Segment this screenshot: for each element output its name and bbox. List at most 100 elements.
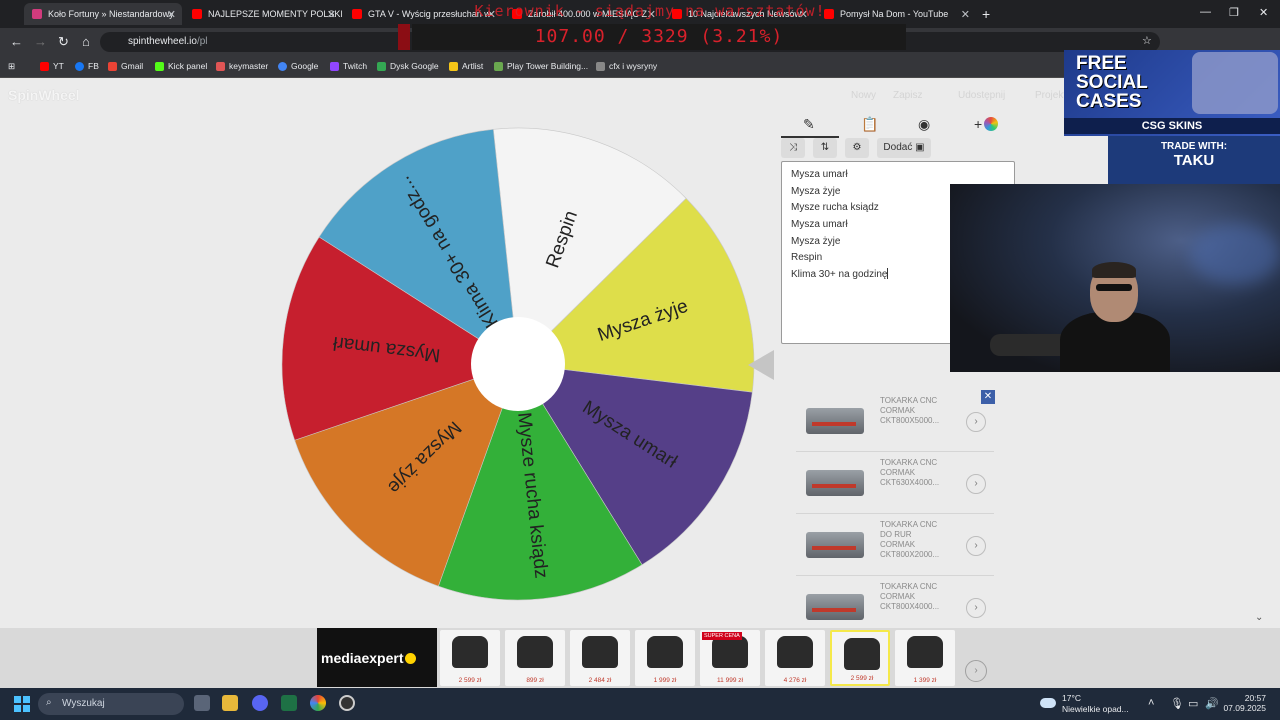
minimize-icon[interactable]: — <box>1200 6 1211 18</box>
keymaster-icon <box>216 61 225 71</box>
counter-value: 107.00 / 3329 (3.21%) <box>534 26 784 47</box>
gaming-seat-image <box>647 636 683 668</box>
system-clock[interactable]: 20:57 07.09.2025 <box>1222 693 1266 713</box>
taskbar-search[interactable]: ⌕ Wyszukaj <box>38 693 184 715</box>
bookmark-twitch[interactable]: Twitch <box>330 61 367 71</box>
product-tile[interactable]: 2 484 zł <box>570 630 630 686</box>
ad-text: TOKARKA CNC CORMAK CKT800X5000... <box>880 396 940 425</box>
sort-button[interactable]: ⇅ <box>813 138 837 158</box>
task-view-icon[interactable] <box>194 695 210 711</box>
bookmark-star-icon[interactable]: ☆ <box>1142 34 1152 47</box>
new-tab-button[interactable]: + <box>982 6 990 22</box>
bookmark-drive[interactable]: Dysk Google <box>377 61 439 71</box>
shuffle-button[interactable]: ⤨ <box>781 138 805 158</box>
add-color-icon[interactable]: + <box>974 116 999 132</box>
bookmark-fb[interactable]: FB <box>75 61 99 71</box>
chevron-right-icon[interactable]: › <box>966 598 986 618</box>
product-tile[interactable]: 1 399 zł <box>895 630 955 686</box>
forward-icon[interactable]: → <box>34 34 47 49</box>
clipboard-icon[interactable]: 📋 <box>861 116 878 133</box>
panel-buttons: ⤨ ⇅ ⚙ Dodać ▣ <box>781 138 1015 158</box>
discord-icon[interactable] <box>252 695 268 711</box>
product-tile[interactable]: 2 599 zł <box>830 630 890 686</box>
chevron-right-icon[interactable]: › <box>966 412 986 432</box>
add-image-button[interactable]: Dodać ▣ <box>877 138 931 158</box>
bookmark-kick[interactable]: Kick panel <box>155 61 207 71</box>
lathe-image <box>806 594 864 620</box>
file-explorer-icon[interactable] <box>222 695 238 711</box>
bookmark-cfx[interactable]: cfx i wysryny <box>596 61 657 71</box>
ad-item[interactable]: TOKARKA CNC DO RUR CORMAK CKT800X2000...… <box>796 514 994 576</box>
bookmark-artlist[interactable]: Artlist <box>449 61 483 71</box>
product-tile[interactable]: 899 zł <box>505 630 565 686</box>
csgskins-ad[interactable]: FREE SOCIAL CASES CSG SKINS <box>1064 50 1280 136</box>
google-drive-icon <box>377 61 386 71</box>
eye-off-icon[interactable]: ◉ <box>918 116 930 133</box>
ad-brand: CSG SKINS <box>1064 118 1280 134</box>
bookmark-keymaster[interactable]: keymaster <box>216 61 268 71</box>
close-ad-icon[interactable]: ✕ <box>981 390 995 404</box>
apps-grid-icon[interactable]: ⊞ <box>8 61 15 72</box>
close-tab-icon[interactable]: ✕ <box>167 8 176 21</box>
menu-save[interactable]: Zapisz <box>893 90 922 101</box>
microphone-icon[interactable]: 🎙 <box>1170 697 1184 710</box>
product-tile[interactable]: 1 999 zł <box>635 630 695 686</box>
gaming-seat-image <box>777 636 813 668</box>
menu-new[interactable]: Nowy <box>851 90 876 101</box>
browser-tab[interactable]: NAJLEPSZE MOMENTY POLSKIE ✕ <box>184 3 342 25</box>
home-icon[interactable]: ⌂ <box>82 34 90 49</box>
close-tab-icon[interactable]: ✕ <box>961 8 970 21</box>
tab-title: Koło Fortuny » Niestandardowy <box>48 9 174 19</box>
wheel-center[interactable] <box>471 317 565 411</box>
weather-temp: 17°C <box>1062 693 1081 703</box>
bookmark-google[interactable]: Google <box>278 61 318 71</box>
cloud-icon <box>1040 698 1056 708</box>
spin-wheel[interactable]: RespinMysza żyjeMysza umarłMysze rucha k… <box>280 126 760 606</box>
reload-icon[interactable]: ↻ <box>58 34 69 50</box>
chevron-right-icon[interactable]: › <box>966 474 986 494</box>
menu-project[interactable]: Projekt <box>1035 90 1066 101</box>
product-tile[interactable]: SUPER CENA 11 999 zł <box>700 630 760 686</box>
site-logo[interactable]: SpinWheel <box>8 87 80 103</box>
browser-tab[interactable]: Koło Fortuny » Niestandardowy ✕ <box>24 3 182 25</box>
chrome-icon[interactable] <box>310 695 326 711</box>
network-icon[interactable]: ▭ <box>1188 697 1198 710</box>
close-tab-icon[interactable]: ✕ <box>327 8 336 21</box>
restore-icon[interactable]: ❐ <box>1229 6 1239 19</box>
ad-item[interactable]: TOKARKA CNC CORMAK CKT800X5000... › <box>796 390 994 452</box>
clock-date: 07.09.2025 <box>1223 703 1266 713</box>
chevron-right-icon[interactable]: › <box>965 660 987 682</box>
volume-icon[interactable]: 🔊 <box>1205 697 1219 710</box>
add-button-label: Dodać <box>883 142 913 153</box>
bookmark-label: Kick panel <box>168 61 208 71</box>
menu-share[interactable]: Udostępnij <box>958 90 1005 101</box>
mediaexpert-logo[interactable]: mediaexpert <box>317 628 437 687</box>
pencil-icon[interactable]: ✎ <box>803 116 815 133</box>
settings-button[interactable]: ⚙ <box>845 138 869 158</box>
windows-start-icon[interactable] <box>14 696 30 712</box>
chevron-down-icon[interactable]: ⌄ <box>1255 612 1263 623</box>
excel-icon[interactable] <box>281 695 297 711</box>
gaming-seat-image <box>712 636 748 668</box>
product-tile[interactable]: 4 276 zł <box>765 630 825 686</box>
back-icon[interactable]: ← <box>10 34 23 49</box>
product-price: 1 999 zł <box>653 677 677 684</box>
bookmark-tower[interactable]: Play Tower Building... <box>494 61 588 71</box>
mediaexpert-text: mediaexpert <box>321 650 404 666</box>
search-icon: ⌕ <box>46 697 52 708</box>
close-window-icon[interactable]: ✕ <box>1259 6 1268 19</box>
obs-icon[interactable] <box>339 695 355 711</box>
chevron-up-icon[interactable]: ˄ <box>1148 697 1154 709</box>
bookmark-yt[interactable]: YT <box>40 61 64 71</box>
bookmark-label: cfx i wysryny <box>609 61 658 71</box>
folder-icon <box>596 61 605 71</box>
ad-item[interactable]: TOKARKA CNC CORMAK CKT630X4000... › <box>796 452 994 514</box>
product-price: 899 zł <box>526 677 544 684</box>
trade-ad[interactable]: TRADE WITH: TAKU <box>1108 136 1280 184</box>
chevron-right-icon[interactable]: › <box>966 536 986 556</box>
gaming-seat-image <box>452 636 488 668</box>
ad-text: TOKARKA CNC CORMAK CKT630X4000... <box>880 458 940 487</box>
product-price: 2 484 zł <box>588 677 612 684</box>
product-tile[interactable]: 2 599 zł <box>440 630 500 686</box>
bookmark-gmail[interactable]: Gmail <box>108 61 143 71</box>
